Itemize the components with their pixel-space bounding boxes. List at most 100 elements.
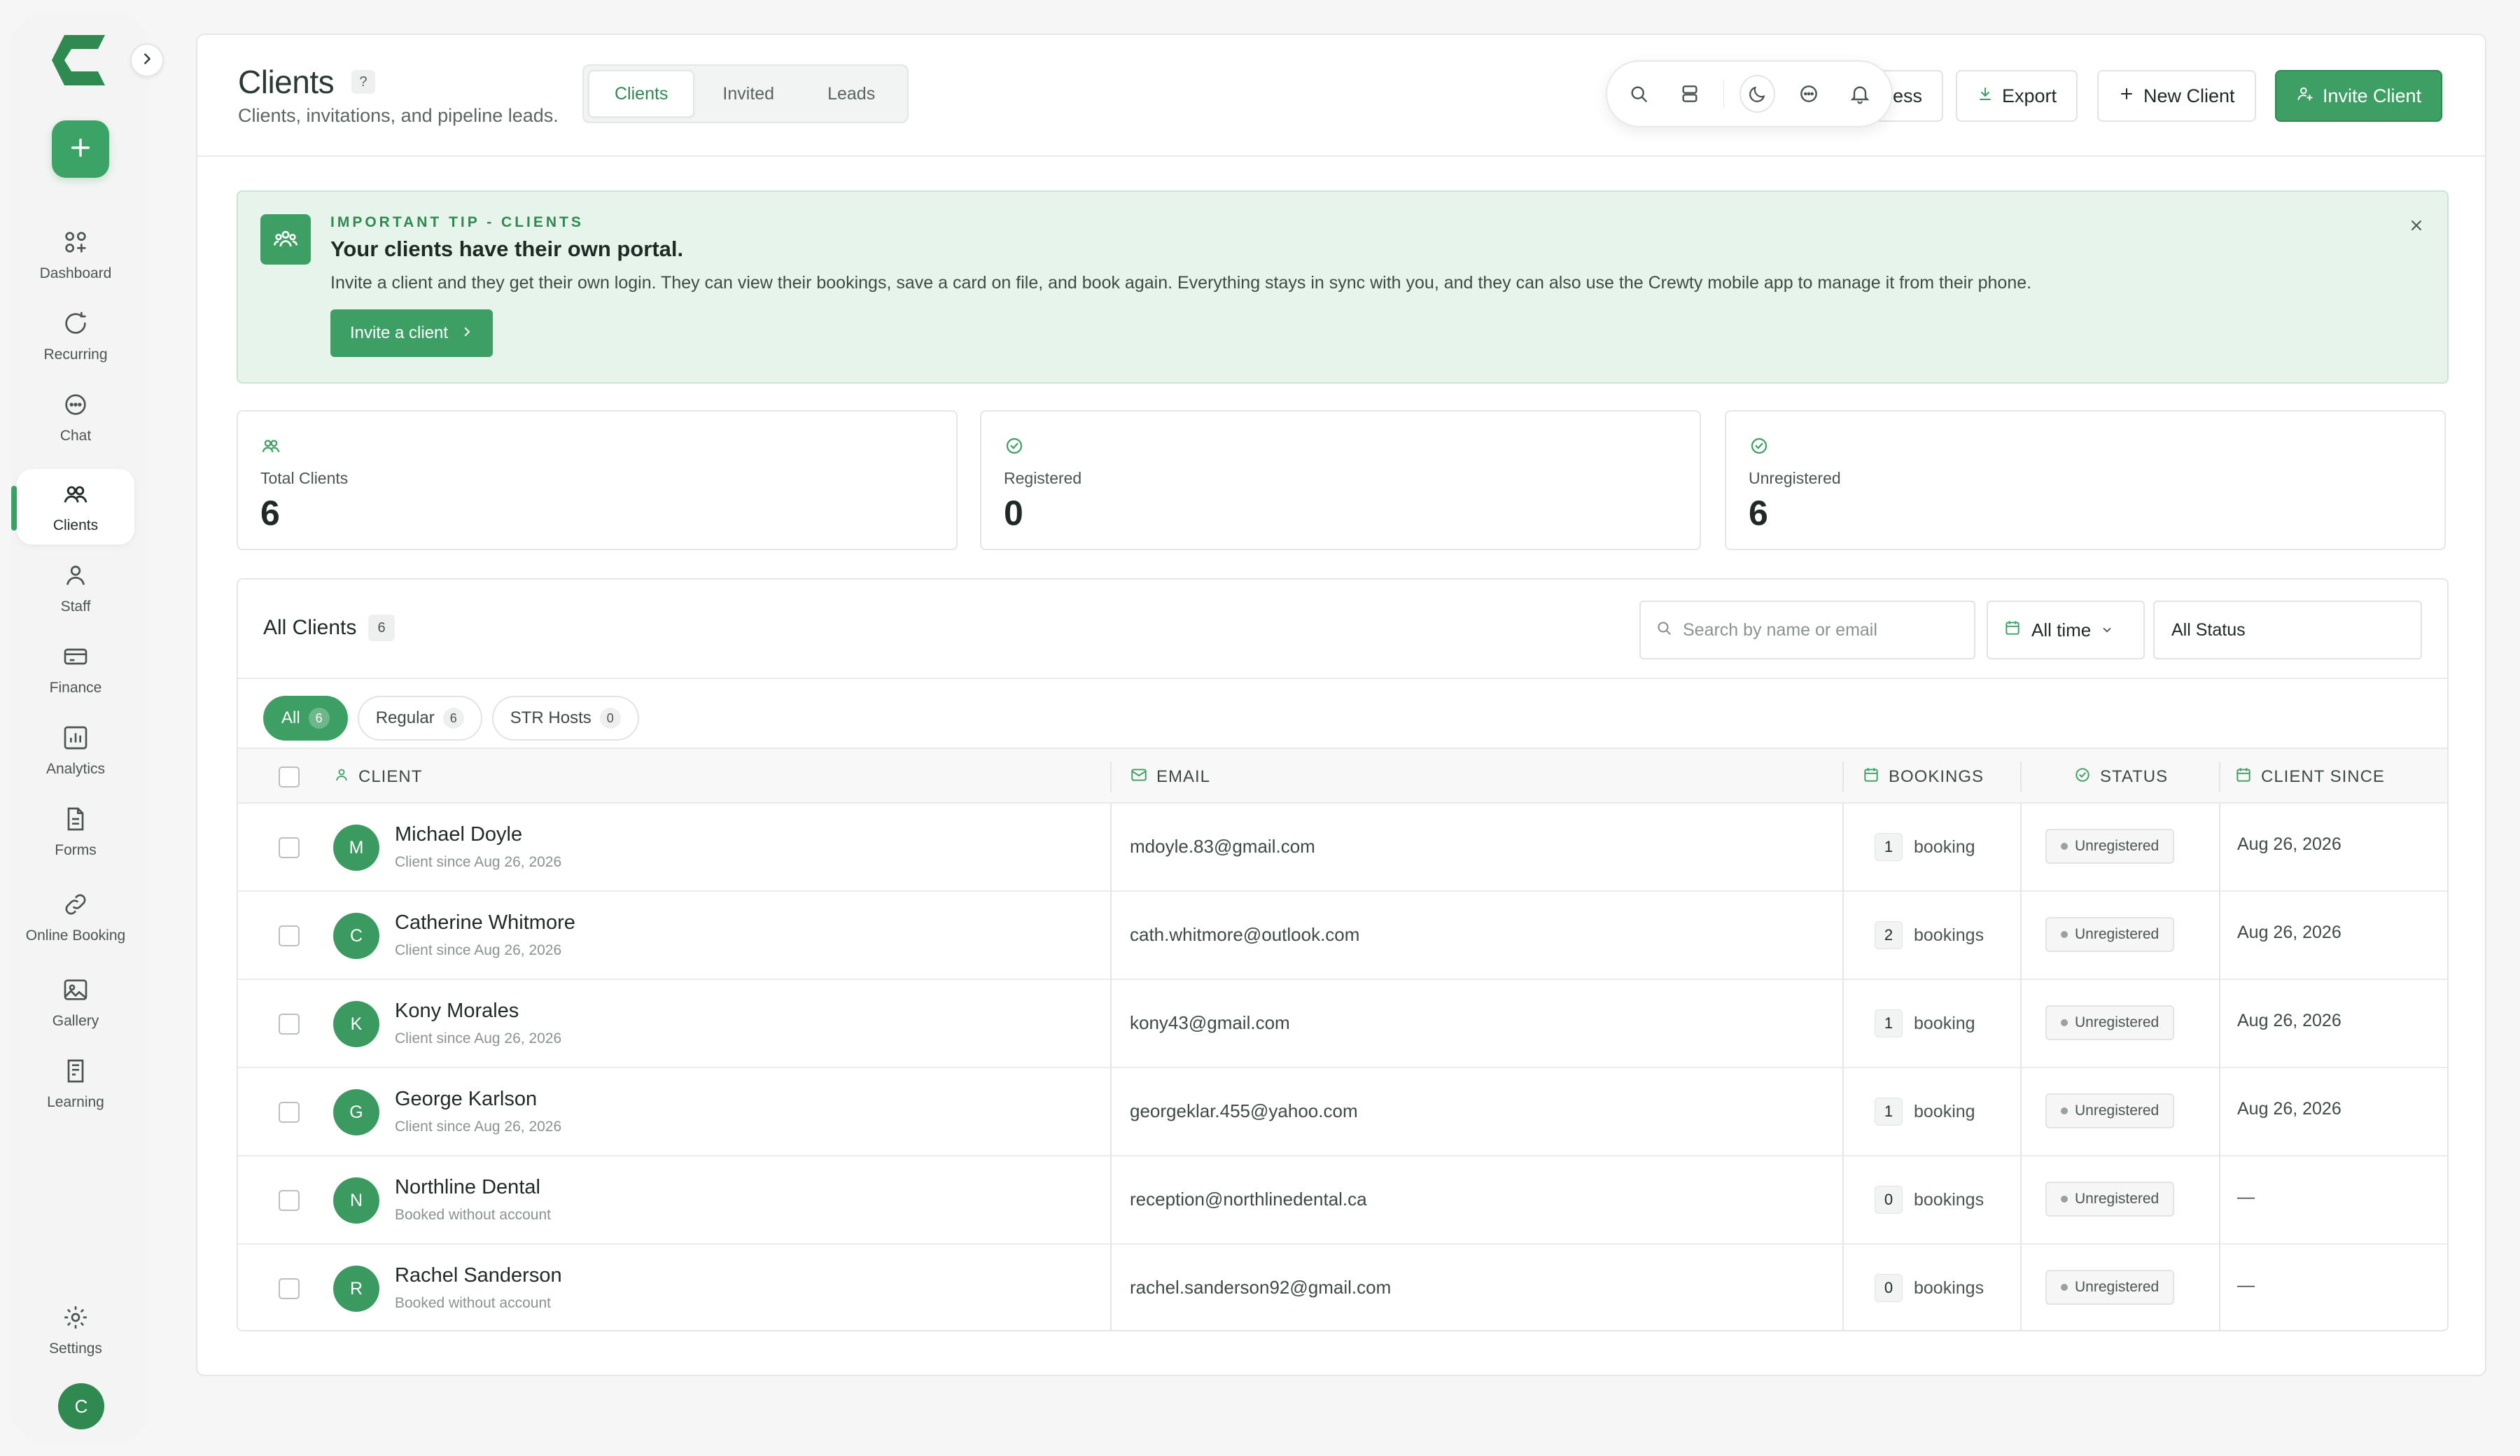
- row-checkbox[interactable]: [279, 1102, 300, 1123]
- table-row[interactable]: N Northline Dental Booked without account r…: [238, 1156, 2447, 1245]
- row-checkbox[interactable]: [279, 925, 300, 946]
- sidebar-item-label: Analytics: [46, 760, 106, 777]
- row-checkbox[interactable]: [279, 1278, 300, 1299]
- sidebar-item-label: Forms: [55, 841, 97, 858]
- search-input[interactable]: Search by name or email: [1639, 601, 1975, 659]
- chip-all[interactable]: All 6: [263, 696, 348, 741]
- table-row[interactable]: R Rachel Sanderson Booked without account r…: [238, 1245, 2447, 1330]
- analytics-icon: [62, 724, 90, 755]
- client-since-date: Aug 26, 2026: [2237, 923, 2342, 942]
- client-name[interactable]: Kony Morales: [395, 1000, 519, 1023]
- sidebar-item-online-booking[interactable]: Online Booking: [17, 879, 134, 955]
- client-avatar: G: [333, 1089, 379, 1135]
- sidebar-item-learning[interactable]: Learning: [17, 1046, 134, 1121]
- sidebar-item-label: Finance: [49, 679, 102, 696]
- status-dot-icon: [2061, 931, 2068, 938]
- tab-clients[interactable]: Clients: [588, 70, 695, 118]
- sidebar-item-gallery[interactable]: Gallery: [17, 965, 134, 1040]
- user-icon: [333, 766, 350, 788]
- column-email[interactable]: EMAIL: [1130, 749, 1210, 805]
- table-row[interactable]: G George Karlson Client since Aug 26, 2026…: [238, 1068, 2447, 1156]
- column-divider: [1110, 804, 1112, 892]
- select-all-checkbox[interactable]: [279, 749, 300, 805]
- stat-value: 0: [1004, 493, 1023, 533]
- sidebar-item-finance[interactable]: Finance: [17, 631, 134, 707]
- tab-leads[interactable]: Leads: [802, 70, 900, 118]
- close-icon[interactable]: [2405, 214, 2428, 237]
- layout-icon[interactable]: [1672, 75, 1708, 113]
- client-email[interactable]: mdoyle.83@gmail.com: [1130, 836, 1315, 858]
- sidebar-expand-button[interactable]: [130, 43, 164, 77]
- stat-card-registered: Registered 0: [980, 410, 1701, 550]
- column-bookings[interactable]: BOOKINGS: [1862, 749, 1984, 805]
- brand-logo[interactable]: [43, 25, 113, 95]
- bell-icon[interactable]: [1842, 75, 1877, 113]
- sidebar-item-settings[interactable]: Settings: [17, 1292, 134, 1368]
- moon-icon[interactable]: [1740, 75, 1776, 113]
- sidebar-item-analytics[interactable]: Analytics: [17, 713, 134, 788]
- client-bookings: 1 booking: [1875, 1009, 1975, 1037]
- row-checkbox[interactable]: [279, 1014, 300, 1035]
- learning-icon: [62, 1057, 90, 1088]
- sidebar-item-staff[interactable]: Staff: [17, 550, 134, 626]
- column-client-since[interactable]: CLIENT SINCE: [2234, 749, 2385, 805]
- tip-title: Your clients have their own portal.: [330, 237, 684, 261]
- table-row[interactable]: C Catherine Whitmore Client since Aug 26, …: [238, 892, 2447, 980]
- row-checkbox[interactable]: [279, 837, 300, 858]
- sidebar-item-dashboard[interactable]: Dashboard: [17, 217, 134, 293]
- sidebar-item-recurring[interactable]: Recurring: [17, 298, 134, 374]
- user-avatar[interactable]: C: [58, 1383, 104, 1429]
- status-dot-icon: [2061, 1107, 2068, 1114]
- calendar-icon: [2003, 619, 2022, 642]
- chip-regular[interactable]: Regular 6: [357, 696, 482, 741]
- invite-a-client-button[interactable]: Invite a client: [330, 309, 493, 357]
- client-email[interactable]: rachel.sanderson92@gmail.com: [1130, 1277, 1391, 1298]
- help-badge[interactable]: ?: [351, 70, 375, 94]
- messages-icon[interactable]: [1791, 75, 1826, 113]
- quick-add-button[interactable]: [52, 120, 109, 178]
- column-divider: [1110, 980, 1112, 1068]
- column-client[interactable]: CLIENT: [333, 749, 422, 805]
- client-email[interactable]: georgeklar.455@yahoo.com: [1130, 1100, 1358, 1122]
- export-button[interactable]: Export: [1956, 70, 2078, 122]
- table-row[interactable]: K Kony Morales Client since Aug 26, 2026 ko…: [238, 980, 2447, 1068]
- client-name[interactable]: Michael Doyle: [395, 823, 522, 846]
- client-avatar: M: [333, 825, 379, 871]
- client-name[interactable]: Catherine Whitmore: [395, 911, 575, 934]
- column-divider: [1842, 892, 1844, 980]
- invite-client-button[interactable]: Invite Client: [2275, 70, 2443, 122]
- chip-str-hosts[interactable]: STR Hosts 0: [491, 696, 639, 741]
- user-plus-icon: [2296, 85, 2314, 108]
- stat-label: Unregistered: [1749, 469, 1841, 487]
- new-client-button[interactable]: New Client: [2097, 70, 2256, 122]
- search-icon: [1655, 619, 1673, 642]
- client-email[interactable]: reception@northlinedental.ca: [1130, 1189, 1367, 1210]
- sidebar-item-chat[interactable]: Chat: [17, 379, 134, 455]
- row-checkbox[interactable]: [279, 1190, 300, 1211]
- client-email[interactable]: kony43@gmail.com: [1130, 1012, 1290, 1034]
- sidebar-item-clients[interactable]: Clients: [17, 469, 134, 545]
- status-text: Unregistered: [2075, 926, 2160, 942]
- table-row[interactable]: M Michael Doyle Client since Aug 26, 2026 m…: [238, 804, 2447, 892]
- client-subtext: Client since Aug 26, 2026: [395, 854, 562, 870]
- client-since-date: —: [2237, 1275, 2255, 1295]
- client-email[interactable]: cath.whitmore@outlook.com: [1130, 924, 1359, 946]
- client-subtext: Client since Aug 26, 2026: [395, 1119, 562, 1135]
- client-name[interactable]: Northline Dental: [395, 1176, 540, 1199]
- status-filter-dropdown[interactable]: All Status: [2153, 601, 2422, 659]
- client-bookings: 1 booking: [1875, 1098, 1975, 1126]
- client-name[interactable]: George Karlson: [395, 1088, 537, 1111]
- column-divider: [1110, 1068, 1112, 1156]
- chip-label: Regular: [375, 708, 435, 727]
- client-name[interactable]: Rachel Sanderson: [395, 1264, 562, 1287]
- stat-card-total: Total Clients 6: [237, 410, 958, 550]
- column-status[interactable]: STATUS: [2073, 749, 2168, 805]
- column-divider: [2020, 1156, 2022, 1245]
- sidebar-item-forms[interactable]: Forms: [17, 794, 134, 869]
- column-divider: [1842, 804, 1844, 892]
- time-filter-dropdown[interactable]: All time: [1987, 601, 2145, 659]
- tab-invited[interactable]: Invited: [697, 70, 799, 118]
- bookings-count: 1: [1875, 833, 1903, 861]
- staff-icon: [62, 561, 90, 593]
- search-icon[interactable]: [1621, 75, 1657, 113]
